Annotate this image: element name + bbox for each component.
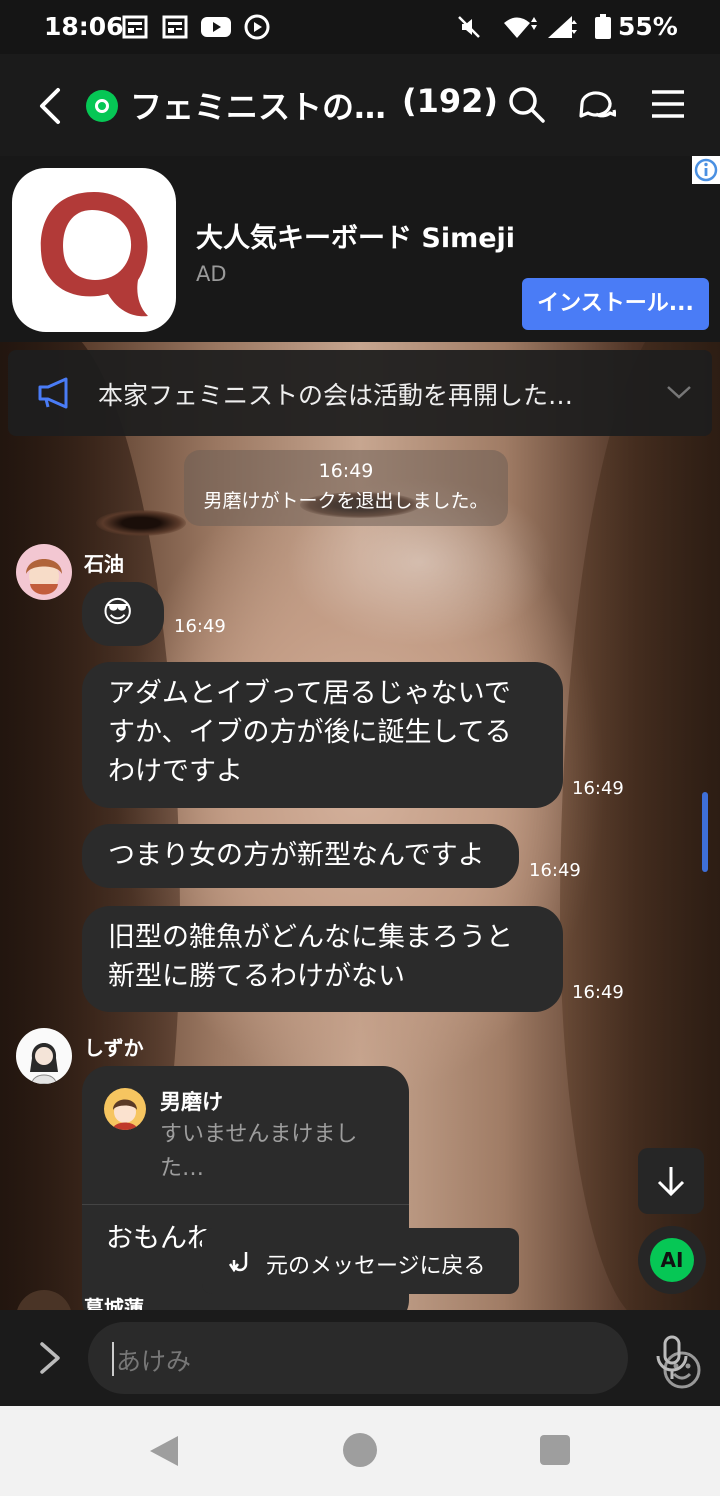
back-to-message-label: 元のメッセージに戻る [266,1254,486,1279]
ad-label: AD [196,262,227,286]
message-bubble[interactable]: アダムとイブって居るじゃないですか、イブの方が後に誕生してるわけですよ [82,662,563,808]
scrollbar[interactable] [702,792,708,872]
battery-icon [595,14,611,39]
back-arrow-icon[interactable] [30,84,70,128]
chevron-down-icon[interactable] [664,380,694,404]
message-time: 16:49 [529,860,581,881]
announcement-text: 本家フェミニストの会は活動を再開した… [98,381,574,410]
media-icon [244,14,270,40]
megaphone-icon [38,377,68,409]
message-bubble[interactable]: つまり女の方が新型なんですよ [82,824,519,888]
scroll-to-bottom-button[interactable] [638,1148,704,1214]
wifi-icon [504,17,537,38]
quoted-text: すいませんまけました… [160,1122,358,1181]
chat-area[interactable]: 本家フェミニストの会は活動を再開した… 16:49 男磨けがトークを退出しました… [0,342,720,1310]
menu-icon[interactable] [648,84,688,124]
divider [82,1204,409,1205]
youtube-icon [201,17,231,37]
text-caret [112,1342,114,1376]
back-to-message-button[interactable]: 元のメッセージに戻る [202,1228,519,1294]
install-button[interactable]: インストール... [522,278,709,330]
status-time: 18:06 [44,12,124,41]
announcement-bar[interactable]: 本家フェミニストの会は活動を再開した… [8,350,712,436]
chat-title[interactable]: フェミニストの… [130,82,386,128]
message-input[interactable]: あけみ [88,1322,701,1394]
system-navigation-bar [0,1406,720,1496]
input-bar: あけみ [0,1310,720,1406]
battery-percentage: 55% [618,12,678,41]
sender-name: しずか [84,1036,144,1060]
system-message-time: 16:49 [318,460,374,482]
message-time: 16:49 [572,778,624,799]
reply-text: おもんね [106,1223,214,1254]
signal-icon [548,16,577,38]
chevron-right-icon[interactable] [36,1338,64,1378]
ad-app-name[interactable]: 大人気キーボード Simeji [196,216,515,255]
message-bubble[interactable]: 😎 [82,582,164,646]
quoted-avatar [104,1088,146,1130]
avatar[interactable] [16,1028,72,1084]
nav-home-icon[interactable] [343,1433,377,1467]
simeji-app-icon[interactable] [12,168,176,332]
simeji-logo-icon [40,192,149,317]
quoted-sender: 男磨け [160,1090,223,1114]
sender-name: 石油 [84,552,124,576]
ai-label: AI [650,1238,694,1282]
member-count[interactable]: (192) [402,82,498,120]
system-message-text: 男磨けがトークを退出しました。 [203,490,489,512]
openchat-icon [86,90,118,122]
search-icon[interactable] [506,84,546,124]
message-bubble[interactable]: 旧型の雑魚がどんなに集まろうと新型に勝てるわけがない [82,906,563,1012]
nav-recents-icon[interactable] [540,1435,570,1465]
return-arrow-icon [228,1252,248,1273]
chat-bubbles-icon[interactable] [576,84,616,124]
avatar[interactable] [16,544,72,600]
chat-header: フェミニストの… (192) [0,54,720,156]
news-icon [122,15,148,39]
arrow-down-icon [657,1167,685,1197]
sender-name: 葛城蓮 [84,1296,144,1310]
ad-info-icon[interactable] [692,156,720,184]
message-time: 16:49 [572,982,624,1003]
microphone-icon[interactable] [654,1334,690,1382]
ad-banner[interactable]: 大人気キーボード Simeji AD インストール... [0,156,720,342]
news-icon [162,15,188,39]
message-time: 16:49 [174,616,226,637]
system-message: 16:49 男磨けがトークを退出しました。 [184,450,508,526]
nav-back-icon[interactable] [148,1434,180,1468]
mute-icon [458,16,480,38]
ai-button[interactable]: AI [638,1226,706,1294]
message-input-text: あけみ [116,1347,192,1376]
status-bar: 18:06 55% [0,0,720,54]
